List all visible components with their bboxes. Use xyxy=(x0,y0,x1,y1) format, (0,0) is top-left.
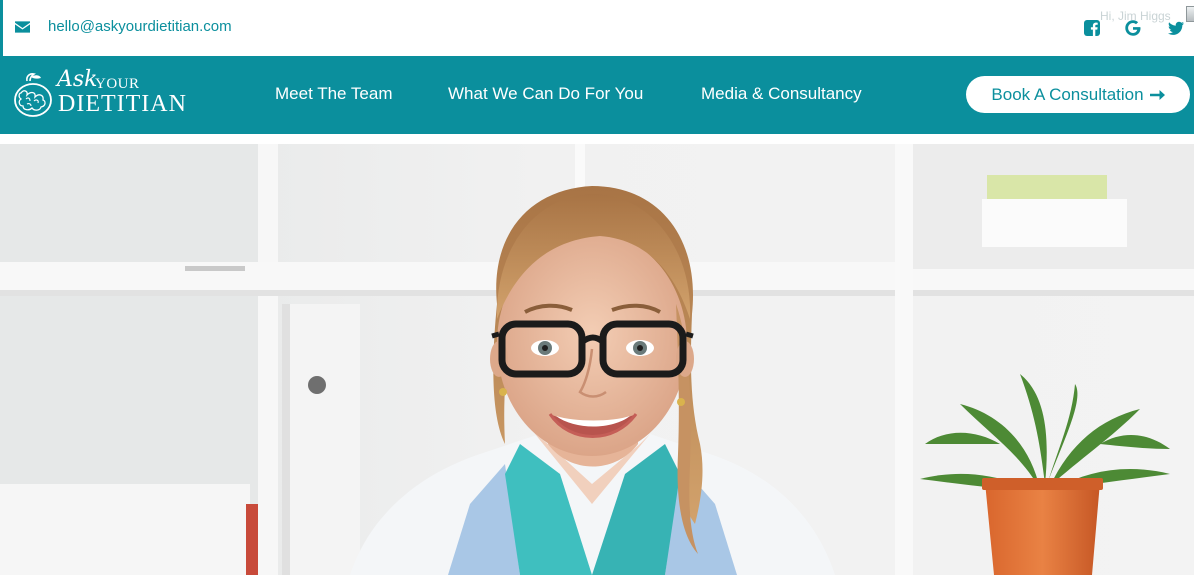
google-icon[interactable] xyxy=(1124,19,1142,37)
user-avatar[interactable] xyxy=(1186,6,1194,22)
nav-item-what-we-can-do[interactable]: What We Can Do For You xyxy=(448,84,643,104)
brain-logo-icon xyxy=(14,73,52,117)
facebook-icon[interactable] xyxy=(1083,19,1101,37)
email-link[interactable]: hello@askyourdietitian.com xyxy=(15,18,232,35)
logo-text-dietitian: DIETITIAN xyxy=(58,91,187,117)
twitter-icon[interactable] xyxy=(1167,19,1185,37)
email-text: hello@askyourdietitian.com xyxy=(48,18,232,35)
envelope-icon xyxy=(15,20,30,33)
arrow-right-icon xyxy=(1149,89,1165,100)
main-navbar: Ask YOUR DIETITIAN Meet The Team What We… xyxy=(0,56,1194,134)
logo-text-ask: Ask xyxy=(57,67,98,92)
hero-banner xyxy=(0,144,1194,575)
hero-photo-dietitian xyxy=(0,144,1194,575)
book-consultation-label: Book A Consultation xyxy=(991,84,1144,104)
top-bar: hello@askyourdietitian.com Hi, Jim Higgs xyxy=(0,0,1194,56)
site-logo[interactable]: Ask YOUR DIETITIAN xyxy=(13,67,186,121)
nav-item-meet-the-team[interactable]: Meet The Team xyxy=(275,84,393,104)
book-consultation-button[interactable]: Book A Consultation xyxy=(966,76,1190,113)
nav-item-media-consultancy[interactable]: Media & Consultancy xyxy=(701,84,862,104)
